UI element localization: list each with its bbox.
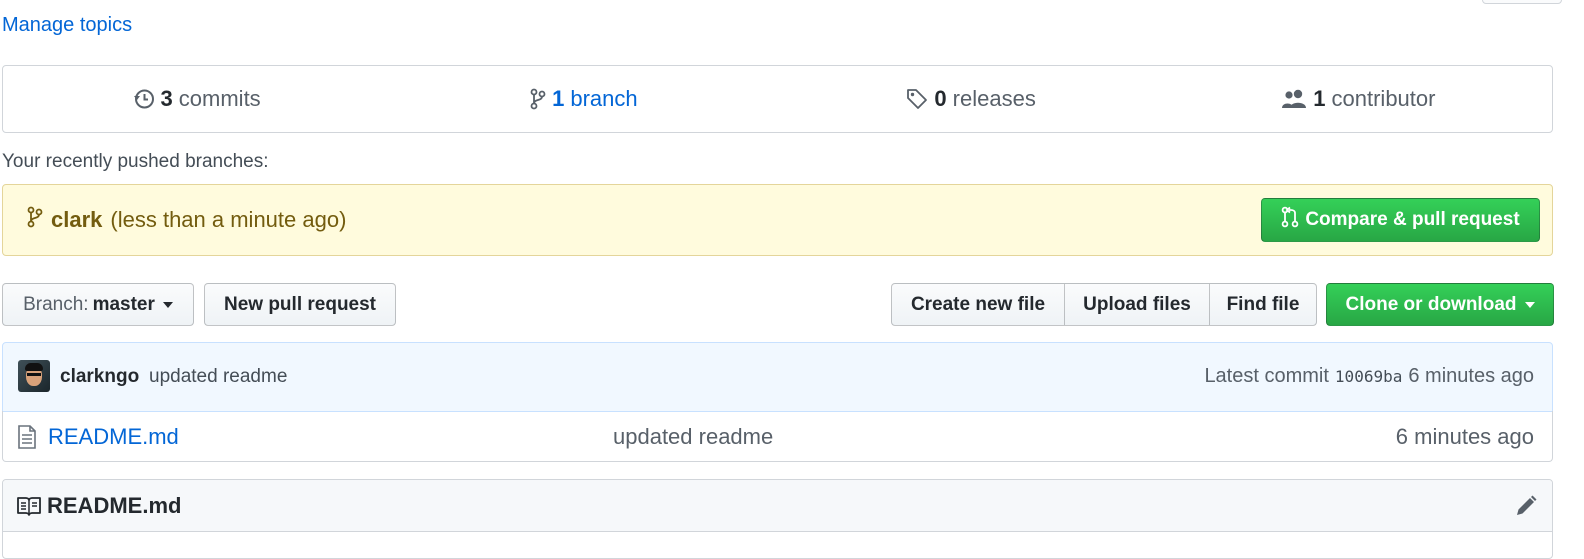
file-actions-group: Create new file Upload files Find file (891, 283, 1317, 326)
branch-select-value: master (92, 293, 155, 315)
avatar[interactable] (18, 360, 50, 392)
commits-summary[interactable]: 3 commits (3, 86, 390, 112)
recent-branch-name[interactable]: clark (51, 207, 102, 233)
branches-count: 1 (552, 86, 565, 111)
create-new-file-button[interactable]: Create new file (891, 283, 1065, 326)
commits-count: 3 (160, 86, 173, 111)
people-icon (1281, 88, 1307, 110)
branches-summary[interactable]: 1 branch (390, 86, 777, 112)
file-commit-message[interactable]: updated readme (613, 424, 773, 450)
numbers-summary: 3 commits 1 branch 0 releases 1 contribu… (2, 65, 1553, 133)
clone-or-download-label: Clone or download (1345, 293, 1517, 315)
latest-commit-bar: clarkngo updated readme Latest commit 10… (2, 342, 1553, 412)
branch-select-prefix: Branch: (23, 293, 89, 315)
compare-pull-request-label: Compare & pull request (1305, 209, 1520, 230)
compare-pull-request-button[interactable]: Compare & pull request (1261, 198, 1540, 242)
releases-label: releases (952, 86, 1036, 111)
recent-branch-time: (less than a minute ago) (110, 207, 347, 232)
clone-or-download-button[interactable]: Clone or download (1326, 283, 1554, 326)
contributors-summary[interactable]: 1 contributor (1165, 86, 1552, 112)
pull-request-icon (1281, 206, 1299, 234)
readme-header: README.md (3, 480, 1552, 532)
top-right-button-edge[interactable] (1482, 0, 1562, 4)
recent-branch-notice: clark (less than a minute ago) Compare &… (2, 184, 1553, 256)
recent-branch-info: clark (less than a minute ago) (27, 185, 346, 255)
file-row: README.md updated readme 6 minutes ago (2, 411, 1553, 462)
manage-topics-link[interactable]: Manage topics (2, 14, 132, 37)
file-age: 6 minutes ago (1395, 424, 1534, 449)
contributors-count: 1 (1313, 86, 1326, 111)
book-icon (17, 496, 41, 521)
commit-sha[interactable]: 10069ba (1335, 367, 1402, 386)
branch-icon (27, 206, 43, 234)
branch-icon (530, 88, 546, 110)
contributors-label: contributor (1331, 86, 1436, 111)
releases-count: 0 (934, 86, 947, 111)
file-name-link[interactable]: README.md (48, 424, 179, 450)
file-icon (17, 425, 37, 454)
tag-icon (906, 88, 928, 110)
readme-panel: README.md (2, 479, 1553, 559)
find-file-button[interactable]: Find file (1209, 283, 1317, 326)
pencil-icon[interactable] (1514, 494, 1538, 523)
caret-down-icon (1524, 301, 1535, 308)
commit-age: 6 minutes ago (1408, 365, 1534, 387)
caret-down-icon (162, 301, 173, 308)
latest-commit-prefix: Latest commit (1204, 365, 1329, 387)
readme-title: README.md (47, 493, 182, 518)
history-icon (133, 88, 155, 110)
recent-branches-heading: Your recently pushed branches: (2, 151, 269, 172)
commits-label: commits (178, 86, 261, 111)
upload-files-button[interactable]: Upload files (1064, 283, 1210, 326)
branch-select-button[interactable]: Branch: master (2, 283, 194, 326)
branches-label: branch (570, 86, 638, 111)
commit-author[interactable]: clarkngo (60, 366, 139, 388)
new-pull-request-button[interactable]: New pull request (204, 283, 396, 326)
latest-commit-info: Latest commit 10069ba 6 minutes ago (1204, 365, 1534, 388)
commit-message[interactable]: updated readme (149, 366, 287, 388)
releases-summary[interactable]: 0 releases (778, 86, 1165, 112)
